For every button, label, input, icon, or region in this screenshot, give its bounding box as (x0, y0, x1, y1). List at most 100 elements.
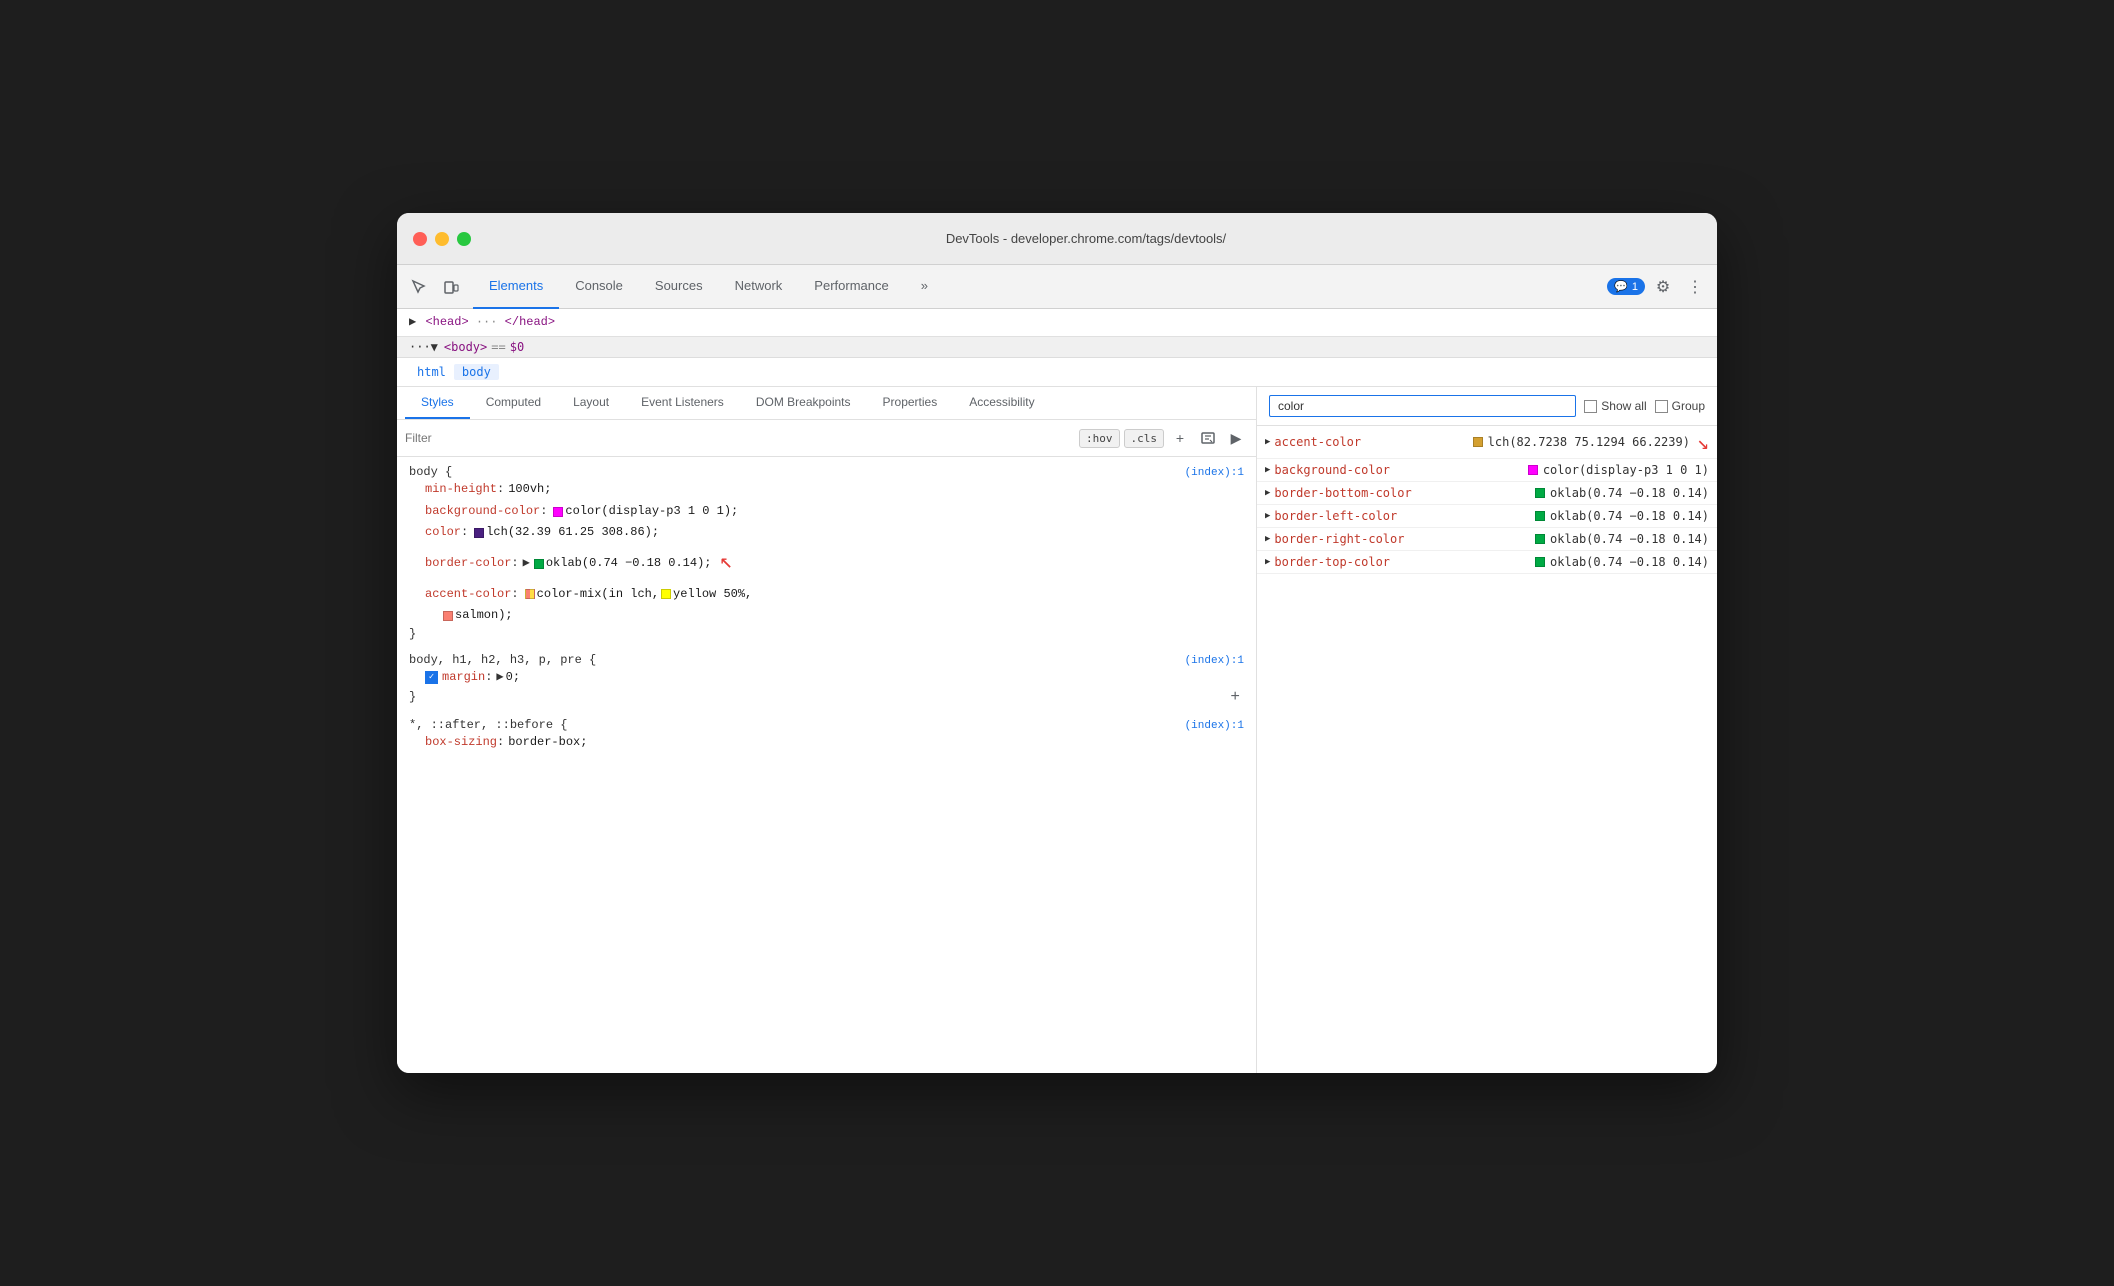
margin-checkbox[interactable] (425, 671, 438, 684)
show-all-group[interactable]: Show all (1584, 399, 1646, 413)
show-all-checkbox[interactable] (1584, 400, 1597, 413)
border-left-swatch[interactable] (1535, 511, 1545, 521)
computed-item-accent-color[interactable]: ▶ accent-color lch(82.7238 75.1294 66.22… (1257, 426, 1717, 459)
computed-item-background-header[interactable]: ▶ background-color color(display-p3 1 0 … (1257, 459, 1717, 481)
more-icon[interactable]: ⋮ (1681, 273, 1709, 301)
computed-item-border-bottom-header[interactable]: ▶ border-bottom-color oklab(0.74 −0.18 0… (1257, 482, 1717, 504)
tab-sources[interactable]: Sources (639, 265, 719, 309)
expand-head-icon[interactable]: ▶ (409, 315, 416, 329)
computed-item-border-bottom[interactable]: ▶ border-bottom-color oklab(0.74 −0.18 0… (1257, 482, 1717, 505)
filter-input[interactable] (405, 431, 1075, 445)
close-button[interactable] (413, 232, 427, 246)
computed-list: ▶ accent-color lch(82.7238 75.1294 66.22… (1257, 426, 1717, 1073)
toolbar-right: 💬 1 ⚙ ⋮ (1607, 273, 1709, 301)
expand-border-top-icon[interactable]: ▶ (1265, 557, 1270, 567)
computed-item-border-right[interactable]: ▶ border-right-color oklab(0.74 −0.18 0.… (1257, 528, 1717, 551)
show-all-label: Show all (1601, 399, 1646, 413)
maximize-button[interactable] (457, 232, 471, 246)
yellow-swatch[interactable] (661, 589, 671, 599)
rule-universal-header: *, ::after, ::before { (index):1 (409, 718, 1244, 732)
tab-more[interactable]: » (905, 265, 944, 309)
sub-tabs: Styles Computed Layout Event Listeners D… (397, 387, 1256, 420)
expand-bg-icon[interactable]: ▶ (1265, 465, 1270, 475)
computed-item-border-left-header[interactable]: ▶ border-left-color oklab(0.74 −0.18 0.1… (1257, 505, 1717, 527)
dom-body-selected[interactable]: ···▼ <body> == $0 (397, 337, 1717, 358)
expand-border-bottom-icon[interactable]: ▶ (1265, 488, 1270, 498)
new-style-rule-icon[interactable] (1196, 426, 1220, 450)
minimize-button[interactable] (435, 232, 449, 246)
border-bottom-value: oklab(0.74 −0.18 0.14) (1533, 486, 1709, 500)
tab-network[interactable]: Network (719, 265, 799, 309)
breadcrumb: html body (397, 358, 1717, 387)
expand-border-right-icon[interactable]: ▶ (1265, 534, 1270, 544)
computed-item-border-left[interactable]: ▶ border-left-color oklab(0.74 −0.18 0.1… (1257, 505, 1717, 528)
sub-tab-accessibility[interactable]: Accessibility (953, 387, 1050, 419)
expand-border-left-icon[interactable]: ▶ (1265, 511, 1270, 521)
computed-item-background-color[interactable]: ▶ background-color color(display-p3 1 0 … (1257, 459, 1717, 482)
inspector-icon[interactable] (405, 273, 433, 301)
border-right-swatch[interactable] (1535, 534, 1545, 544)
toolbar-icons (405, 273, 465, 301)
chat-badge[interactable]: 💬 1 (1607, 278, 1645, 295)
right-panel: Show all Group ▶ accent-color lch(8 (1257, 387, 1717, 1073)
computed-item-border-top[interactable]: ▶ border-top-color oklab(0.74 −0.18 0.14… (1257, 551, 1717, 574)
color-swatch[interactable] (474, 528, 484, 538)
computed-item-border-right-header[interactable]: ▶ border-right-color oklab(0.74 −0.18 0.… (1257, 528, 1717, 550)
margin-expand-icon[interactable]: ▶ (496, 667, 503, 689)
sub-tab-layout[interactable]: Layout (557, 387, 625, 419)
toggle-animations-icon[interactable]: ▶ (1224, 426, 1248, 450)
rule-body-h1-source[interactable]: (index):1 (1185, 655, 1244, 667)
main-tabs: Elements Console Sources Network Perform… (473, 265, 1607, 309)
css-rule-universal: *, ::after, ::before { (index):1 box-siz… (409, 718, 1244, 754)
border-color-swatch[interactable] (534, 559, 544, 569)
accent-computed-swatch[interactable] (1473, 437, 1483, 447)
sub-tab-properties[interactable]: Properties (867, 387, 954, 419)
group-group[interactable]: Group (1655, 399, 1705, 413)
expand-accent-icon[interactable]: ▶ (1265, 437, 1270, 447)
tab-performance[interactable]: Performance (798, 265, 904, 309)
border-top-swatch[interactable] (1535, 557, 1545, 567)
sub-tab-dom-breakpoints[interactable]: DOM Breakpoints (740, 387, 867, 419)
cls-button[interactable]: .cls (1124, 429, 1165, 448)
rule-body-close: } (409, 627, 1244, 641)
filter-bar: :hov .cls + ▶ (397, 420, 1256, 457)
rule-universal-source[interactable]: (index):1 (1185, 720, 1244, 732)
breadcrumb-html[interactable]: html (409, 364, 454, 380)
css-rule-body-h1: body, h1, h2, h3, p, pre { (index):1 mar… (409, 653, 1244, 707)
border-left-value: oklab(0.74 −0.18 0.14) (1533, 509, 1709, 523)
computed-item-accent-color-header[interactable]: ▶ accent-color lch(82.7238 75.1294 66.22… (1257, 426, 1717, 458)
sub-tab-computed[interactable]: Computed (470, 387, 557, 419)
collapse-body-icon[interactable]: ···▼ (409, 340, 438, 354)
prop-box-sizing: box-sizing : border-box; (425, 732, 1244, 754)
dom-head-line[interactable]: ▶ <head> ··· </head> (409, 313, 1705, 332)
tab-console[interactable]: Console (559, 265, 639, 309)
tab-elements[interactable]: Elements (473, 265, 559, 309)
prop-accent-color-cont: salmon); (425, 605, 1244, 627)
add-rule-icon[interactable]: + (1168, 426, 1192, 450)
left-panel: Styles Computed Layout Event Listeners D… (397, 387, 1257, 1073)
device-icon[interactable] (437, 273, 465, 301)
border-bottom-swatch[interactable] (1535, 488, 1545, 498)
rule-body-h1-selector: body, h1, h2, h3, p, pre { (409, 653, 596, 667)
prop-border-color: border-color : ▶ oklab(0.74 −0.18 0.14);… (425, 544, 1244, 584)
sub-tab-event-listeners[interactable]: Event Listeners (625, 387, 740, 419)
computed-search-input[interactable] (1269, 395, 1576, 417)
settings-icon[interactable]: ⚙ (1649, 273, 1677, 301)
sub-tab-styles[interactable]: Styles (405, 387, 470, 419)
bg-computed-swatch[interactable] (1528, 465, 1538, 475)
computed-item-border-top-header[interactable]: ▶ border-top-color oklab(0.74 −0.18 0.14… (1257, 551, 1717, 573)
dom-inspector: ▶ <head> ··· </head> (397, 309, 1717, 337)
css-rule-body: body { (index):1 min-height : 100vh; bac… (409, 465, 1244, 641)
hov-button[interactable]: :hov (1079, 429, 1120, 448)
breadcrumb-body[interactable]: body (454, 364, 499, 380)
rule-body-selector: body { (409, 465, 452, 479)
accent-color-swatch[interactable] (525, 589, 535, 599)
add-property-btn[interactable]: + (1226, 688, 1244, 706)
prop-accent-color: accent-color : color-mix(in lch, yellow … (425, 584, 1244, 606)
rule-body-source[interactable]: (index):1 (1185, 467, 1244, 479)
bg-color-swatch[interactable] (553, 507, 563, 517)
css-rules-panel: body { (index):1 min-height : 100vh; bac… (397, 457, 1256, 1073)
salmon-swatch[interactable] (443, 611, 453, 621)
group-checkbox[interactable] (1655, 400, 1668, 413)
border-expand-icon[interactable]: ▶ (523, 553, 530, 575)
